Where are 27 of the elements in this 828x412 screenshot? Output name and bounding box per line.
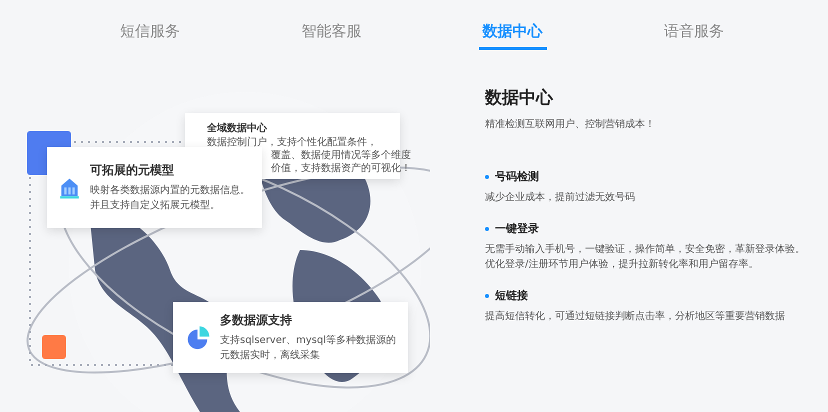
bullet-icon xyxy=(485,294,489,298)
tab[interactable]: 语音服务 xyxy=(660,22,728,50)
tab[interactable]: 智能客服 xyxy=(297,22,366,50)
card-title: 全域数据中心 xyxy=(207,121,268,135)
card-text: 元数据实时，离线采集 xyxy=(220,348,321,363)
card-title: 多数据源支持 xyxy=(220,312,293,329)
bullet-icon xyxy=(485,174,489,178)
feature-text: 无需手动输入手机号，一键验证，操作简单，安全免密，革新登录体验。 xyxy=(485,242,805,257)
feature-text: 优化登录/注册环节用户体验，提升拉新转化率和用户留存率。 xyxy=(485,258,760,272)
section-subtitle: 精准检测互联网用户、控制营销成本！ xyxy=(485,118,656,131)
card-text: 覆盖、数据使用情况等多个维度 xyxy=(270,149,411,162)
feature-title: 短链接 xyxy=(495,288,528,303)
card-text: 价值，支持数据资产的可视化！ xyxy=(270,162,411,175)
card-text: 支持sqlserver、mysql等多种数据源的 xyxy=(220,334,396,348)
bullet-icon xyxy=(485,226,489,230)
feature-text: 提高短信转化，可通过短链接判断点击率，分析地区等重要营销数据 xyxy=(485,310,786,324)
tab[interactable]: 数据中心 xyxy=(478,22,547,50)
feature-title: 一键登录 xyxy=(495,221,539,236)
card-text: 数据控制门户，支持个性化配置条件， xyxy=(207,136,378,149)
card-text: 映射各类数据源内置的元数据信息。 xyxy=(90,184,250,198)
feature-text: 减少企业成本，提前过滤无效号码 xyxy=(485,190,636,205)
card-title: 可拓展的元模型 xyxy=(90,162,175,179)
card-text: 并且支持自定义拓展元模型。 xyxy=(90,198,221,213)
feature-title: 号码检测 xyxy=(495,169,539,184)
section-title: 数据中心 xyxy=(485,87,554,109)
tab[interactable]: 短信服务 xyxy=(116,22,184,50)
square-decoration xyxy=(42,335,66,359)
